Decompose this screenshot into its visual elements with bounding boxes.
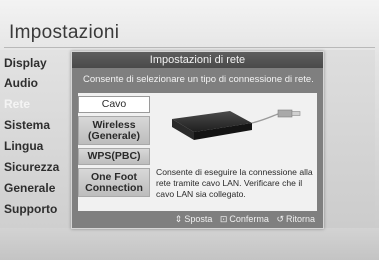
return-hint: Ritorna	[285, 214, 315, 224]
player-with-lan-cable-icon	[172, 109, 301, 140]
settings-screen: Impostazioni Display Audio Rete Sistema …	[0, 0, 379, 260]
option-wireless-generale[interactable]: Wireless (Generale)	[78, 116, 150, 145]
title-divider	[4, 47, 375, 48]
move-hint: Sposta	[184, 214, 213, 224]
network-settings-dialog: Impostazioni di rete Consente di selezio…	[71, 51, 324, 229]
sidebar-item-supporto[interactable]: Supporto	[4, 202, 57, 216]
move-hint-icon: ⇕	[174, 214, 183, 224]
option-wps-pbc[interactable]: WPS(PBC)	[78, 148, 150, 165]
sidebar-item-rete[interactable]: Rete	[4, 97, 30, 111]
return-hint-icon: ↺	[276, 214, 284, 224]
sidebar-item-display[interactable]: Display	[4, 56, 47, 70]
sidebar-item-sicurezza[interactable]: Sicurezza	[4, 160, 59, 174]
option-one-foot-connection[interactable]: One Foot Connection	[78, 168, 150, 197]
bottom-band	[0, 228, 379, 260]
settings-sidebar: Display Audio Rete Sistema Lingua Sicure…	[0, 50, 80, 228]
lan-device-illustration	[160, 99, 310, 161]
connection-info-text: Consente di eseguire la connessione alla…	[156, 167, 313, 199]
right-background-panel	[315, 50, 375, 228]
page-title: Impostazioni	[9, 22, 120, 43]
sidebar-item-sistema[interactable]: Sistema	[4, 118, 50, 132]
confirm-hint-icon: ⊡	[219, 214, 228, 224]
sidebar-item-generale[interactable]: Generale	[4, 181, 55, 195]
sidebar-item-audio[interactable]: Audio	[4, 76, 38, 90]
sidebar-item-lingua[interactable]: Lingua	[4, 139, 43, 153]
dialog-content: Cavo Wireless (Generale) WPS(PBC) One Fo…	[78, 93, 317, 211]
option-cavo[interactable]: Cavo	[78, 96, 150, 113]
dialog-title: Impostazioni di rete	[72, 52, 323, 68]
confirm-hint: Conferma	[229, 214, 269, 224]
dialog-description: Consente di selezionare un tipo di conne…	[83, 74, 314, 85]
dialog-footer-hints: ⇕ Sposta ⊡ Conferma ↺ Ritorna	[170, 214, 315, 225]
